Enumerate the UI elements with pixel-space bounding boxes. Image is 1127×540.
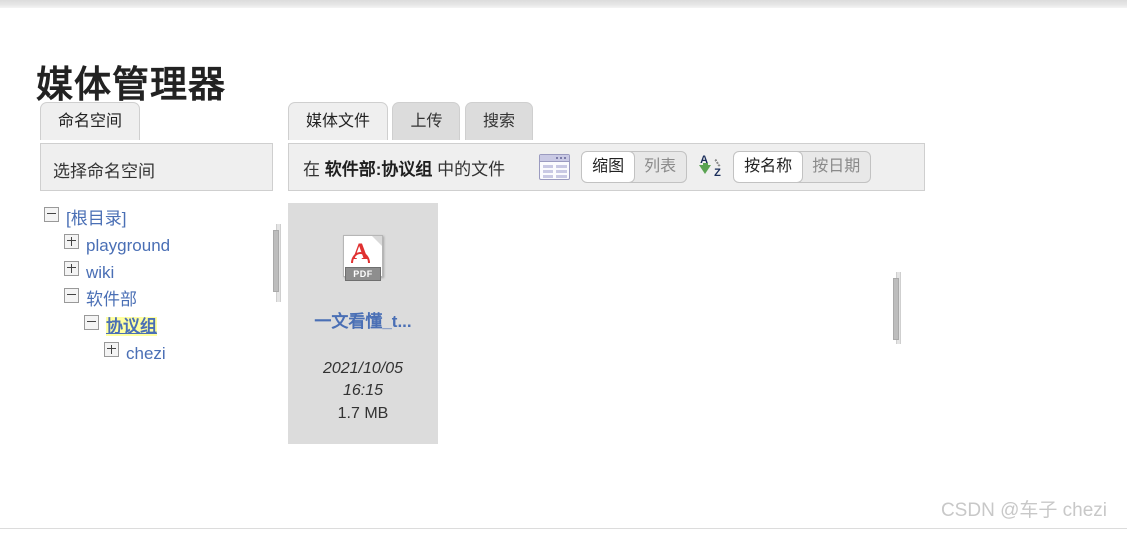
namespace-scrollbar[interactable] — [272, 224, 283, 302]
file-name-link[interactable]: 一文看懂_t... — [288, 307, 438, 332]
tab-media-files[interactable]: 媒体文件 — [288, 102, 389, 140]
sort-az-icon: A Z — [699, 153, 721, 179]
files-scrollbar[interactable] — [892, 272, 903, 344]
pdf-file-icon: A PDF — [341, 235, 385, 281]
list-view-button[interactable]: 列表 — [634, 152, 686, 182]
sort-by-date-button[interactable]: 按日期 — [802, 152, 870, 182]
namespace-tabrow: 命名空间 — [40, 101, 273, 143]
tree-item-xieyizu[interactable]: 协议组 — [40, 313, 273, 340]
tree-toggle-plus-icon[interactable] — [64, 234, 79, 249]
window-top-strip — [0, 0, 1127, 8]
files-tabrow: 媒体文件 上传 搜索 — [288, 101, 925, 143]
file-card[interactable]: A PDF 一文看懂_t... 2021/10/05 16:15 1.7 MB — [288, 203, 438, 444]
namespace-header: 选择命名空间 — [40, 143, 273, 191]
file-time: 16:15 — [342, 382, 384, 399]
pdf-icon-label: PDF — [345, 267, 381, 281]
tree-toggle-minus-icon[interactable] — [44, 207, 59, 222]
tree-link-label[interactable]: playground — [86, 236, 170, 255]
tree-toggle-plus-icon[interactable] — [64, 261, 79, 276]
window-layout-icon[interactable] — [539, 154, 571, 180]
tree-item-root[interactable]: [根目录] — [40, 205, 273, 232]
tree-link-label-current[interactable]: 协议组 — [106, 317, 157, 336]
tree-link-label[interactable]: chezi — [126, 344, 166, 363]
page-title: 媒体管理器 — [36, 63, 226, 105]
tree-toggle-plus-icon[interactable] — [104, 342, 119, 357]
tree-item-wiki[interactable]: wiki — [40, 259, 273, 286]
file-size: 1.7 MB — [337, 405, 389, 422]
tab-search[interactable]: 搜索 — [464, 102, 533, 140]
scrollbar-thumb[interactable] — [893, 278, 899, 340]
footer-divider — [0, 528, 1127, 529]
tree-toggle-minus-icon[interactable] — [84, 315, 99, 330]
tree-link-label[interactable]: 软件部 — [86, 290, 137, 309]
tree-item-ruanjianbu[interactable]: 软件部 — [40, 286, 273, 313]
layout-icon-titlebar — [540, 155, 570, 162]
toolbar-prefix: 在 — [303, 159, 320, 179]
tab-namespace[interactable]: 命名空间 — [40, 102, 141, 140]
files-panel: 媒体文件 上传 搜索 在 软件部:协议组 中的文件 缩图 列表 A Z 按名称 … — [288, 101, 925, 503]
tree-link-label[interactable]: [根目录] — [66, 209, 126, 228]
watermark: CSDN @车子 chezi — [940, 500, 1107, 521]
files-list: A PDF 一文看懂_t... 2021/10/05 16:15 1.7 MB — [288, 191, 925, 503]
tree-link-label[interactable]: wiki — [86, 263, 114, 282]
toolbar-namespace: 软件部:协议组 — [324, 159, 433, 179]
namespace-tree: [根目录] playground wiki 软件部 协议组 chezi — [40, 205, 273, 367]
sort-mode-button-group: 按名称 按日期 — [733, 151, 872, 183]
thumbnails-view-button[interactable]: 缩图 — [582, 152, 636, 182]
files-toolbar: 在 软件部:协议组 中的文件 缩图 列表 A Z 按名称 按日期 — [288, 143, 925, 191]
tree-toggle-minus-icon[interactable] — [64, 288, 79, 303]
toolbar-suffix: 中的文件 — [437, 159, 506, 179]
view-mode-button-group: 缩图 列表 — [581, 151, 688, 183]
tab-upload[interactable]: 上传 — [392, 102, 461, 140]
namespace-panel: 命名空间 选择命名空间 [根目录] playground wiki 软件部 协议… — [40, 101, 273, 367]
file-date: 2021/10/05 — [322, 360, 404, 377]
sort-by-name-button[interactable]: 按名称 — [734, 152, 804, 182]
tree-item-chezi[interactable]: chezi — [40, 340, 273, 367]
toolbar-location-text: 在 软件部:协议组 中的文件 — [303, 155, 505, 180]
tree-item-playground[interactable]: playground — [40, 232, 273, 259]
scrollbar-thumb[interactable] — [273, 230, 279, 292]
